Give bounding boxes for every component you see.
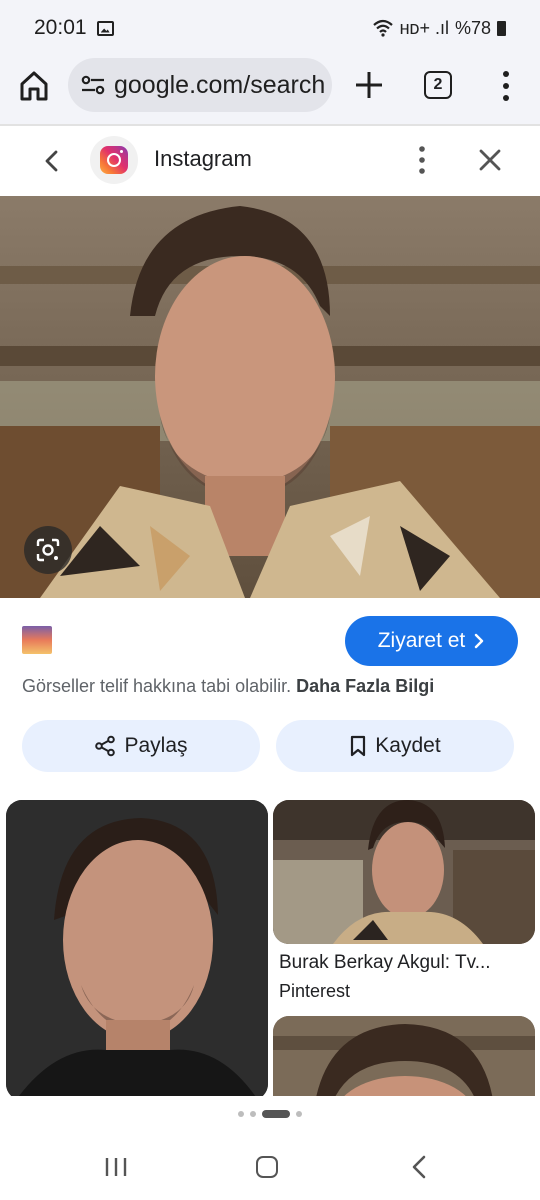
copyright-notice: Görseller telif hakkına tabi olabilir. D…: [22, 676, 434, 697]
nav-home-icon[interactable]: [256, 1156, 278, 1178]
site-settings-icon[interactable]: [80, 73, 106, 97]
screen: 20:01 ʜᴅ+ .ıl %78 google.com/search 2 In…: [0, 0, 540, 1200]
related-image-1: [6, 800, 268, 1096]
related-image-2: [273, 800, 535, 944]
more-options-icon[interactable]: [410, 144, 434, 176]
source-favicon: [90, 136, 138, 184]
wifi-icon: [372, 19, 393, 37]
battery-text: %78: [454, 17, 491, 38]
page-dot-active: [262, 1110, 290, 1118]
address-bar[interactable]: google.com/search: [68, 58, 332, 112]
visit-button[interactable]: Ziyaret et: [345, 616, 518, 666]
browser-menu-icon[interactable]: [494, 68, 518, 104]
instagram-icon: [100, 146, 128, 174]
image-panel-header: Instagram: [0, 126, 540, 196]
share-button[interactable]: Paylaş: [22, 720, 260, 772]
share-label: Paylaş: [124, 734, 188, 757]
status-bar: 20:01 ʜᴅ+ .ıl %78: [0, 0, 540, 56]
result-info: Ziyaret et Görseller telif hakkına tabi …: [0, 598, 540, 798]
copyright-text: Görseller telif hakkına tabi olabilir.: [22, 676, 292, 696]
source-name[interactable]: Instagram: [154, 146, 252, 172]
main-image[interactable]: [0, 196, 540, 598]
related-image-source: Pinterest: [279, 981, 351, 1001]
url-text: google.com/search: [114, 70, 326, 99]
new-tab-icon[interactable]: [352, 68, 386, 102]
save-button[interactable]: Kaydet: [276, 720, 514, 772]
status-indicators: ʜᴅ+ .ıl %78: [372, 18, 506, 39]
related-image-card[interactable]: [273, 1016, 535, 1096]
page-dot: [296, 1111, 302, 1117]
related-image-card[interactable]: [273, 800, 535, 944]
visit-button-label: Ziyaret et: [377, 629, 466, 652]
google-lens-icon: [36, 538, 60, 562]
related-image-title[interactable]: Burak Berkay Akgul: Tv...: [279, 952, 529, 974]
page-dot: [238, 1111, 244, 1117]
lens-search-button[interactable]: [24, 526, 72, 574]
tab-switcher-button[interactable]: 2: [424, 71, 452, 99]
back-arrow-icon[interactable]: [38, 146, 64, 176]
learn-more-link[interactable]: Daha Fazla Bilgi: [296, 676, 434, 696]
network-indicator: ʜᴅ+ .ıl: [399, 17, 449, 38]
related-images-grid: Burak Berkay Akgul: Tv... Pinterest: [0, 798, 540, 1096]
status-time: 20:01: [34, 16, 87, 39]
site-favicon: [22, 626, 52, 654]
close-icon[interactable]: [476, 146, 504, 174]
page-indicator: [0, 1096, 540, 1132]
browser-toolbar: google.com/search 2: [0, 56, 540, 124]
gallery-notification-icon: [96, 20, 114, 36]
save-label: Kaydet: [375, 734, 441, 757]
nav-back-icon[interactable]: [410, 1154, 428, 1180]
bookmark-icon: [351, 735, 366, 757]
system-navigation-bar: [0, 1132, 540, 1200]
related-image-card[interactable]: [6, 800, 268, 1096]
page-dot: [250, 1111, 256, 1117]
chevron-right-icon: [475, 633, 484, 649]
related-image-3: [273, 1016, 535, 1096]
battery-icon: [497, 20, 506, 36]
share-icon: [95, 735, 116, 757]
portrait-illustration: [0, 196, 540, 598]
recent-apps-icon[interactable]: [104, 1156, 128, 1178]
home-icon[interactable]: [16, 68, 52, 104]
